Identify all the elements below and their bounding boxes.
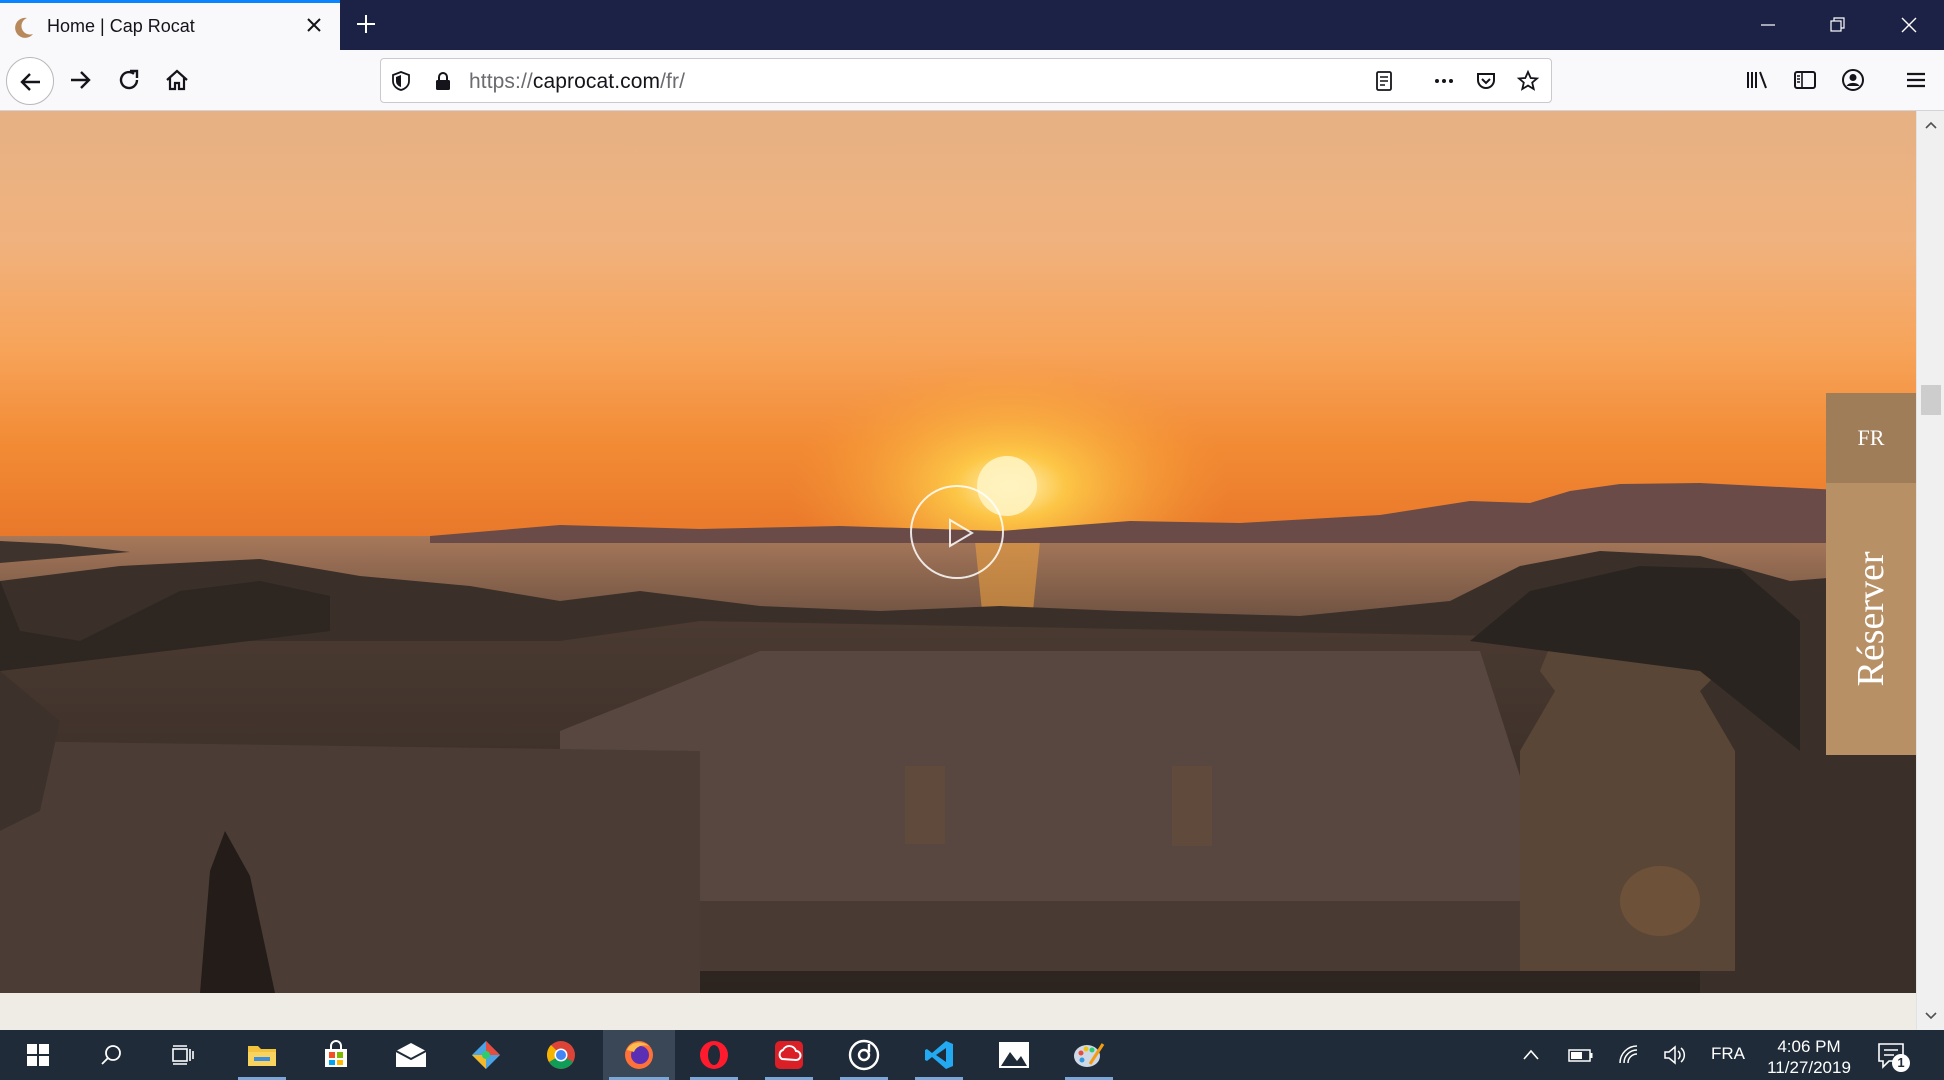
- close-window-icon[interactable]: [1898, 14, 1920, 36]
- forward-button[interactable]: [64, 64, 96, 96]
- input-language-indicator[interactable]: FRA: [1711, 1044, 1745, 1064]
- wifi-icon[interactable]: [1617, 1043, 1641, 1067]
- taskbar-creative-cloud[interactable]: [759, 1030, 819, 1080]
- media-player-icon: [848, 1039, 880, 1071]
- git-app-icon: [472, 1041, 500, 1069]
- new-tab-icon[interactable]: [352, 10, 380, 38]
- taskbar-photos[interactable]: [984, 1030, 1044, 1080]
- clock-time: 4:06 PM: [1777, 1037, 1841, 1056]
- reload-button[interactable]: [113, 64, 145, 96]
- sidebar-button[interactable]: [1789, 64, 1821, 96]
- language-selector-button[interactable]: FR: [1826, 393, 1916, 483]
- url-path: /fr/: [660, 70, 686, 93]
- back-arrow-icon: [20, 73, 40, 91]
- store-icon: [325, 1040, 347, 1067]
- home-icon: [166, 69, 188, 91]
- reserve-label: Réserver: [1850, 551, 1892, 687]
- browser-titlebar: Home | Cap Rocat: [0, 0, 1944, 50]
- sidebar-icon: [1794, 71, 1816, 89]
- browser-tab-active[interactable]: Home | Cap Rocat: [0, 0, 340, 50]
- taskbar-clock[interactable]: 4:06 PM 11/27/2019: [1754, 1036, 1864, 1078]
- taskbar-git-app[interactable]: [456, 1030, 516, 1080]
- lock-icon[interactable]: [431, 69, 455, 93]
- shield-icon[interactable]: [389, 69, 413, 93]
- tab-close-icon[interactable]: [302, 13, 326, 37]
- page-bottom-strip: [0, 993, 1916, 1030]
- url-domain: caprocat.com: [532, 70, 661, 93]
- page-scrollbar[interactable]: [1916, 111, 1944, 1030]
- bookmark-star-icon[interactable]: [1516, 69, 1540, 93]
- start-button[interactable]: [14, 1030, 62, 1080]
- battery-icon[interactable]: [1568, 1045, 1594, 1065]
- moon-favicon-icon: [15, 17, 33, 38]
- folder-icon: [248, 1046, 276, 1066]
- windows-taskbar: FRA 4:06 PM 11/27/2019 1: [0, 1030, 1944, 1080]
- paint-palette-icon: [1074, 1043, 1105, 1067]
- firefox-icon: [625, 1041, 653, 1069]
- creative-cloud-icon: [775, 1041, 803, 1069]
- notification-count-badge: 1: [1892, 1054, 1910, 1072]
- show-hidden-icons-chevron-icon[interactable]: [1522, 1047, 1540, 1063]
- reserve-button[interactable]: Réserver: [1826, 483, 1916, 755]
- taskbar-vscode[interactable]: [909, 1030, 969, 1080]
- reader-view-icon[interactable]: [1372, 69, 1396, 93]
- search-icon: [101, 1045, 121, 1065]
- photos-icon: [999, 1042, 1029, 1068]
- hamburger-menu-icon: [1907, 72, 1925, 88]
- scroll-thumb[interactable]: [1921, 385, 1941, 415]
- library-button[interactable]: [1741, 64, 1773, 96]
- menu-button[interactable]: [1900, 64, 1932, 96]
- opera-icon: [700, 1041, 728, 1069]
- navigation-toolbar: https://caprocat.com/fr/: [0, 50, 1944, 111]
- url-prefix: https://: [469, 70, 533, 93]
- play-video-button[interactable]: [910, 485, 1004, 579]
- tab-title: Home | Cap Rocat: [47, 16, 195, 36]
- taskbar-chrome[interactable]: [531, 1030, 591, 1080]
- taskbar-file-explorer[interactable]: [232, 1030, 292, 1080]
- chrome-icon: [547, 1041, 575, 1069]
- mail-icon: [395, 1043, 427, 1067]
- account-icon: [1842, 69, 1864, 91]
- taskbar-paint[interactable]: [1059, 1030, 1119, 1080]
- taskbar-search-button[interactable]: [86, 1030, 136, 1080]
- restore-icon[interactable]: [1827, 14, 1849, 36]
- scroll-down-icon[interactable]: [1924, 1008, 1938, 1022]
- taskbar-media-player[interactable]: [834, 1030, 894, 1080]
- vscode-icon: [925, 1041, 953, 1069]
- more-actions-icon[interactable]: [1432, 69, 1456, 93]
- url-bar[interactable]: https://caprocat.com/fr/: [380, 58, 1552, 103]
- action-center-button[interactable]: 1: [1876, 1040, 1910, 1072]
- taskbar-microsoft-store[interactable]: [306, 1030, 366, 1080]
- windows-logo-icon: [27, 1044, 49, 1066]
- task-view-button[interactable]: [158, 1030, 208, 1080]
- taskbar-opera[interactable]: [684, 1030, 744, 1080]
- home-button[interactable]: [161, 64, 193, 96]
- minimize-icon[interactable]: [1757, 14, 1779, 36]
- library-icon: [1747, 71, 1767, 89]
- account-button[interactable]: [1837, 64, 1869, 96]
- task-view-icon: [172, 1045, 194, 1065]
- volume-icon[interactable]: [1662, 1043, 1688, 1067]
- back-button[interactable]: [6, 57, 54, 105]
- url-text[interactable]: https://caprocat.com/fr/: [469, 70, 685, 94]
- scroll-up-icon[interactable]: [1924, 119, 1938, 133]
- reload-icon: [119, 69, 139, 90]
- clock-date: 11/27/2019: [1767, 1058, 1851, 1077]
- taskbar-firefox[interactable]: [603, 1030, 675, 1080]
- pocket-icon[interactable]: [1474, 69, 1498, 93]
- play-icon: [949, 518, 974, 548]
- page-viewport: FR Réserver: [0, 111, 1916, 1030]
- forward-arrow-icon: [71, 71, 91, 89]
- taskbar-mail[interactable]: [381, 1030, 441, 1080]
